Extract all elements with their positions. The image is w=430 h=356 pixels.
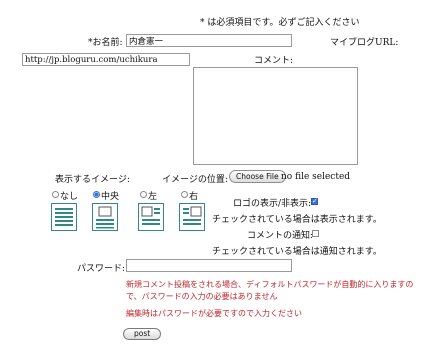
blog-url-label: マイブログURL: bbox=[330, 38, 399, 48]
comment-label: コメント: bbox=[254, 56, 294, 66]
blog-url-field[interactable] bbox=[22, 53, 190, 66]
layout-left-icon[interactable] bbox=[138, 203, 164, 231]
name-field[interactable] bbox=[126, 34, 292, 47]
edit-note: 編集時はパスワードが必要ですので入力ください bbox=[126, 309, 302, 318]
password-note-line1: 新規コメント投稿をされる場合、ディフォルトパスワードが自動的に入りますの bbox=[126, 280, 414, 289]
radio-none-label: なし bbox=[60, 192, 79, 202]
radio-center[interactable] bbox=[93, 191, 100, 198]
password-note-line2: で、パスワードの入力の必要はありません bbox=[126, 292, 278, 301]
comment-textarea[interactable] bbox=[193, 67, 358, 165]
no-file-text: no file selected bbox=[281, 172, 351, 182]
image-display-label: 表示するイメージ: bbox=[55, 175, 130, 185]
password-label: パスワード: bbox=[77, 264, 126, 274]
logo-note: チェックされている場合は表示されます。 bbox=[212, 215, 382, 225]
radio-left-label: 左 bbox=[148, 192, 158, 202]
logo-toggle-checkbox[interactable]: ✓ bbox=[311, 198, 318, 205]
layout-none-icon[interactable] bbox=[51, 203, 77, 231]
comment-notify-label: コメントの通知: bbox=[247, 231, 314, 241]
layout-center-icon[interactable] bbox=[92, 203, 118, 231]
radio-center-label: 中央 bbox=[101, 192, 120, 202]
name-label: *お名前: bbox=[88, 38, 123, 48]
required-note: * は必須項目です。必ずご記入ください bbox=[200, 18, 360, 28]
notify-note: チェックされている場合は通知されます。 bbox=[212, 247, 382, 257]
radio-left[interactable] bbox=[140, 191, 147, 198]
logo-toggle-label: ロゴの表示/非表示: bbox=[233, 199, 312, 209]
post-button[interactable]: post bbox=[123, 328, 162, 340]
radio-none[interactable] bbox=[52, 191, 59, 198]
choose-file-button[interactable]: Choose File bbox=[229, 170, 286, 183]
layout-right-icon[interactable] bbox=[179, 203, 205, 231]
radio-right[interactable] bbox=[181, 191, 188, 198]
radio-right-label: 右 bbox=[189, 192, 199, 202]
password-field[interactable] bbox=[126, 259, 292, 272]
image-position-label: イメージの位置: bbox=[162, 175, 228, 185]
comment-notify-checkbox[interactable] bbox=[312, 230, 319, 237]
